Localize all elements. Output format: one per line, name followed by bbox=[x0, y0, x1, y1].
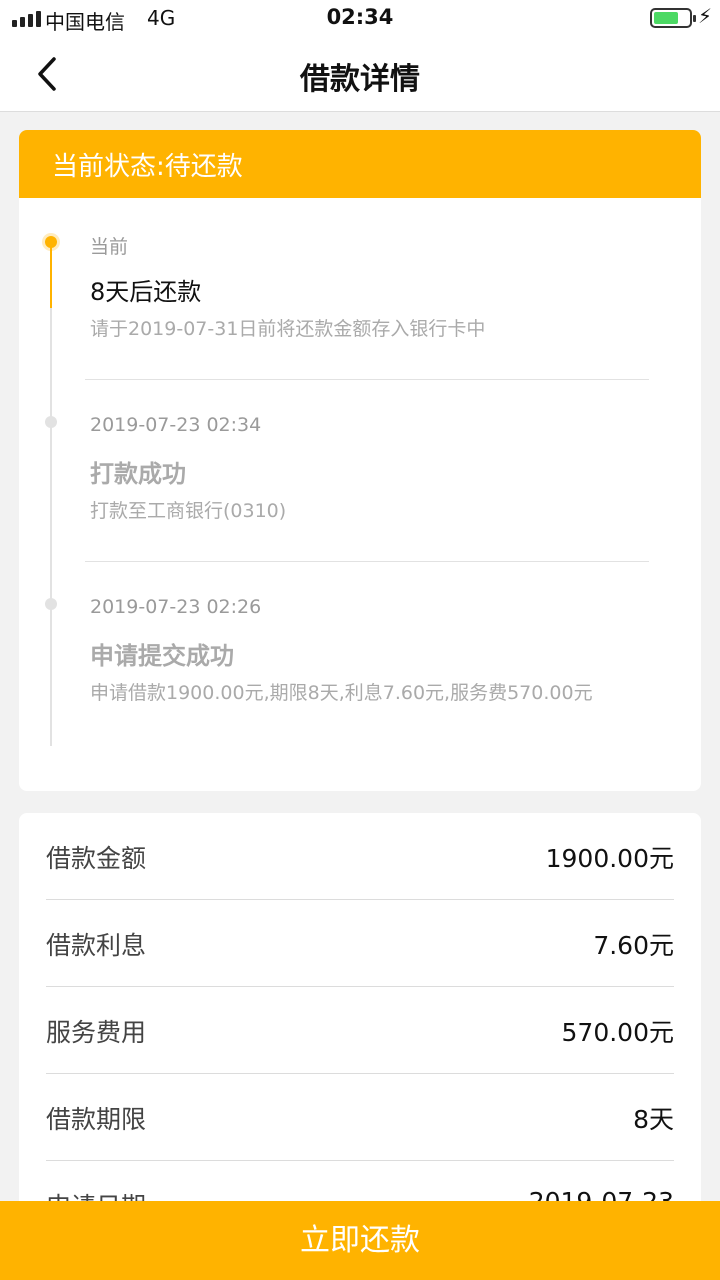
timeline-dot-current bbox=[45, 236, 57, 248]
detail-label: 借款利息 bbox=[46, 931, 147, 960]
detail-value: 570.00元 bbox=[561, 1018, 674, 1047]
divider bbox=[85, 561, 649, 562]
battery-icon bbox=[650, 8, 696, 28]
detail-value: 1900.00元 bbox=[545, 844, 674, 873]
timeline-label: 2019-07-23 02:26 bbox=[90, 596, 262, 618]
timeline-line bbox=[50, 242, 52, 746]
timeline-dot bbox=[45, 416, 57, 428]
timeline-desc: 请于2019-07-31日前将还款金额存入银行卡中 bbox=[90, 318, 486, 340]
timeline-desc: 申请借款1900.00元,期限8天,利息7.60元,服务费570.00元 bbox=[90, 682, 593, 704]
detail-row-term: 借款期限 8天 bbox=[46, 1074, 674, 1161]
status-bar: 中国电信 4G 02:34 ⚡ bbox=[0, 0, 720, 36]
detail-label: 借款期限 bbox=[46, 1105, 147, 1134]
divider bbox=[85, 379, 649, 380]
navigation-bar: 借款详情 bbox=[0, 36, 720, 112]
timeline-label: 当前 bbox=[90, 236, 129, 258]
loan-status-card: 当前状态:待还款 当前 8天后还款 请于2019-07-31日前将还款金额存入银… bbox=[19, 130, 701, 791]
status-header-text: 当前状态:待还款 bbox=[52, 152, 243, 182]
timeline-title: 打款成功 bbox=[90, 460, 186, 488]
detail-row-amount: 借款金额 1900.00元 bbox=[46, 813, 674, 900]
status-time: 02:34 bbox=[326, 5, 394, 29]
timeline-item: 2019-07-23 02:26 申请提交成功 申请借款1900.00元,期限8… bbox=[90, 596, 670, 705]
timeline-label: 2019-07-23 02:34 bbox=[90, 414, 262, 436]
detail-label: 借款金额 bbox=[46, 844, 147, 873]
timeline-item: 2019-07-23 02:34 打款成功 打款至工商银行(0310) bbox=[90, 414, 670, 523]
detail-value: 8天 bbox=[633, 1105, 674, 1134]
timeline-title: 8天后还款 bbox=[90, 278, 202, 306]
charging-bolt-icon: ⚡ bbox=[698, 4, 713, 28]
loan-detail-card: 借款金额 1900.00元 借款利息 7.60元 服务费用 570.00元 借款… bbox=[19, 813, 701, 1233]
detail-label: 服务费用 bbox=[46, 1018, 147, 1047]
detail-row-service-fee: 服务费用 570.00元 bbox=[46, 987, 674, 1074]
timeline-item-current: 当前 8天后还款 请于2019-07-31日前将还款金额存入银行卡中 bbox=[90, 232, 670, 341]
status-header: 当前状态:待还款 bbox=[19, 130, 701, 198]
battery-level bbox=[654, 12, 678, 24]
detail-value: 7.60元 bbox=[593, 931, 674, 960]
repay-now-button[interactable]: 立即还款 bbox=[0, 1201, 720, 1280]
timeline-line-active bbox=[50, 242, 52, 308]
timeline-title: 申请提交成功 bbox=[90, 642, 234, 670]
page-title: 借款详情 bbox=[300, 62, 420, 97]
timeline-dot bbox=[45, 598, 57, 610]
timeline-desc: 打款至工商银行(0310) bbox=[90, 500, 287, 522]
detail-row-interest: 借款利息 7.60元 bbox=[46, 900, 674, 987]
